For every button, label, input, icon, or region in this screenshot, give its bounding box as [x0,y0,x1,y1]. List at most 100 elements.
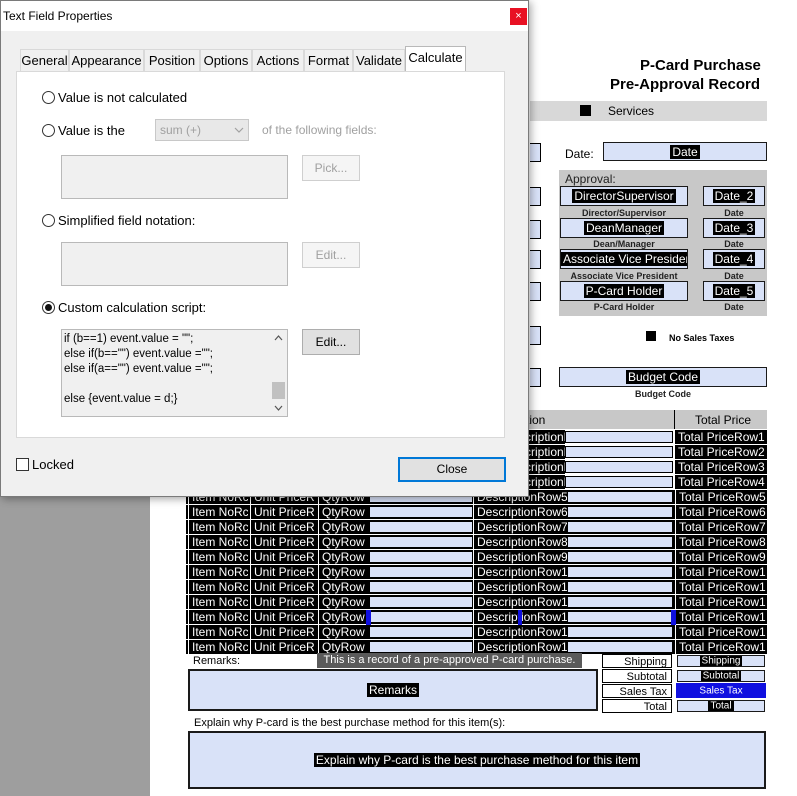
description-cell[interactable]: DescriptionRow15 [473,640,567,654]
description-cell[interactable]: DescriptionRow14 [473,625,567,639]
description-cell[interactable]: DescriptionRow12 [473,595,567,609]
dialog-titlebar[interactable]: Text Field Properties × [1,1,528,31]
unit-price-cell[interactable]: Unit PriceR [250,520,316,534]
qty-input[interactable] [369,581,473,593]
item-no-cell[interactable]: Item NoRc [188,610,248,624]
locked-label[interactable]: Locked [32,457,74,472]
tab-validate[interactable]: Validate [353,49,405,71]
function-select[interactable]: sum (+) [155,119,249,141]
item-no-cell[interactable]: Item NoRc [188,640,248,654]
scrollbar-thumb[interactable] [272,382,285,399]
qty-input[interactable] [369,566,473,578]
description-input[interactable] [567,491,673,503]
qty-input[interactable] [369,626,473,638]
unit-price-cell[interactable]: Unit PriceR [250,550,316,564]
tab-position[interactable]: Position [144,49,200,71]
shipping-field[interactable]: Shipping [677,655,765,667]
pick-button[interactable]: Pick... [302,155,360,181]
description-input[interactable] [567,551,673,563]
description-input[interactable] [565,446,673,458]
qty-input[interactable] [369,611,473,623]
description-input[interactable] [567,566,673,578]
description-input[interactable] [567,536,673,548]
qty-input[interactable] [369,551,473,563]
description-cell[interactable]: DescriptionRow6 [473,505,567,519]
unit-price-cell[interactable]: Unit PriceR [250,595,316,609]
item-no-cell[interactable]: Item NoRc [188,595,248,609]
total-price-cell[interactable]: Total PriceRow1 [675,625,767,639]
left-field-1[interactable] [530,143,541,162]
salestax-field[interactable]: Sales Tax [676,683,766,698]
unit-price-cell[interactable]: Unit PriceR [250,625,316,639]
subtotal-field[interactable]: Subtotal [677,670,765,682]
services-checkbox[interactable] [580,105,591,116]
date3-field[interactable]: Date_3 [703,218,765,238]
item-no-cell[interactable]: Item NoRc [188,580,248,594]
description-cell[interactable]: criptionRow4 [525,475,565,489]
description-input[interactable] [567,581,673,593]
description-cell[interactable]: DescriptionRow9 [473,550,567,564]
director-field[interactable]: DirectorSupervisor [560,186,688,206]
qty-input[interactable] [369,506,473,518]
total-price-cell[interactable]: Total PriceRow6 [675,505,767,519]
description-cell[interactable]: criptionRow3 [525,460,565,474]
qty-cell[interactable]: QtyRow [318,595,368,609]
description-cell[interactable]: criptionRow2 [525,445,565,459]
description-cell[interactable]: DescriptionRow10 [473,565,567,579]
total-price-cell[interactable]: Total PriceRow1 [675,565,767,579]
scroll-up-icon[interactable] [274,335,283,341]
description-input[interactable] [565,461,673,473]
unit-price-cell[interactable]: Unit PriceR [250,505,316,519]
total-price-cell[interactable]: Total PriceRow1 [675,430,767,444]
description-cell[interactable]: criptionRow1 [525,430,565,444]
description-input[interactable] [567,611,673,623]
simplified-edit-button[interactable]: Edit... [302,242,360,268]
qty-cell[interactable]: QtyRow [318,505,368,519]
date5-field[interactable]: Date_5 [703,281,765,301]
item-no-cell[interactable]: Item NoRc [188,565,248,579]
no-sales-tax-checkbox[interactable] [646,331,656,341]
description-cell[interactable]: DescriptionRow11 [473,580,567,594]
unit-price-cell[interactable]: Unit PriceR [250,580,316,594]
radio-not-calculated[interactable] [42,91,55,104]
left-field-4[interactable] [530,250,541,269]
total-price-cell[interactable]: Total PriceRow3 [675,460,767,474]
unit-price-cell[interactable]: Unit PriceR [250,610,316,624]
script-scrollbar[interactable] [270,330,287,416]
description-input[interactable] [565,431,673,443]
tab-options[interactable]: Options [200,49,252,71]
close-icon[interactable]: × [510,8,527,25]
description-input[interactable] [567,521,673,533]
description-input[interactable] [567,641,673,653]
total-price-cell[interactable]: Total PriceRow9 [675,550,767,564]
date4-field[interactable]: Date_4 [703,249,765,269]
remarks-field[interactable]: Remarks [188,669,598,711]
description-input[interactable] [567,626,673,638]
radio-value-is-the[interactable] [42,124,55,137]
avp-field[interactable]: Associate Vice President [560,249,688,269]
tab-actions[interactable]: Actions [252,49,304,71]
description-input[interactable] [567,506,673,518]
custom-script-label[interactable]: Custom calculation script: [58,300,206,315]
total-field[interactable]: Total [677,700,765,712]
qty-cell[interactable]: QtyRow [318,565,368,579]
locked-checkbox[interactable] [16,458,29,471]
left-field-2[interactable] [530,187,541,206]
qty-input[interactable] [369,596,473,608]
qty-cell[interactable]: QtyRow [318,520,368,534]
description-cell[interactable]: DescriptionRow7 [473,520,567,534]
unit-price-cell[interactable]: Unit PriceR [250,565,316,579]
tab-general[interactable]: General [20,49,69,71]
not-calculated-label[interactable]: Value is not calculated [58,90,187,105]
selection-handle-right[interactable] [671,610,676,625]
total-price-cell[interactable]: Total PriceRow1 [675,610,767,624]
total-price-cell[interactable]: Total PriceRow2 [675,445,767,459]
value-is-the-label[interactable]: Value is the [58,123,125,138]
left-field-7[interactable] [530,368,541,387]
budget-code-field[interactable]: Budget Code [559,367,767,387]
left-field-3[interactable] [530,220,541,239]
explain-field[interactable]: Explain why P-card is the best purchase … [188,731,766,789]
total-price-cell[interactable]: Total PriceRow8 [675,535,767,549]
radio-custom-script[interactable] [42,301,55,314]
qty-cell[interactable]: QtyRow [318,610,368,624]
